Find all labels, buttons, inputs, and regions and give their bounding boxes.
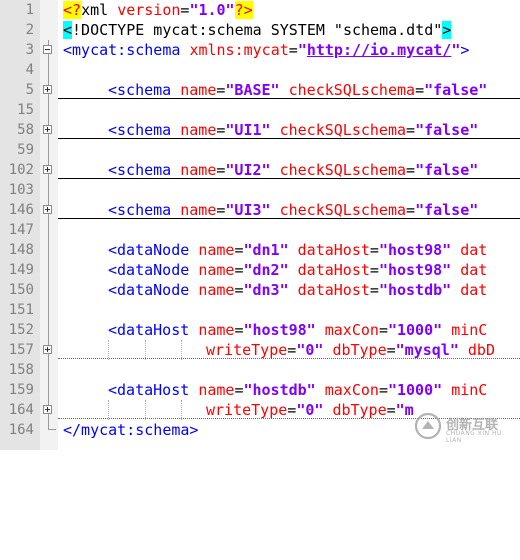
watermark: 创新互联 CHUANG XIN HU LIAN: [414, 410, 514, 444]
code-line[interactable]: 147: [0, 220, 520, 240]
line-number: 152: [8, 322, 34, 338]
code-editor[interactable]: 1 <?xml version="1.0"?> 2 <!DOCTYPE myca…: [0, 0, 520, 450]
code-line[interactable]: 103: [0, 180, 520, 200]
line-number: 5: [25, 82, 34, 98]
code-line[interactable]: 151: [0, 300, 520, 320]
line-content: <dataNode name="dn3" dataHost="hostdb" d…: [108, 281, 488, 299]
line-number: 148: [8, 242, 34, 258]
line-content: writeType="0" dbType="mysql" dbD: [206, 341, 495, 359]
line-number: 3: [25, 42, 34, 58]
fold-plus-icon[interactable]: [43, 165, 52, 174]
line-content: <mycat:schema xmlns:mycat="http://io.myc…: [63, 41, 470, 59]
line-number: 2: [25, 22, 34, 38]
line-number: 149: [8, 262, 34, 278]
brand-logo-icon: [414, 412, 442, 440]
code-line-folded[interactable]: 5 <schema name="BASE" checkSQLschema="fa…: [0, 80, 520, 100]
code-line[interactable]: 149 <dataNode name="dn2" dataHost="host9…: [0, 260, 520, 280]
code-line[interactable]: 3 <mycat:schema xmlns:mycat="http://io.m…: [0, 40, 520, 60]
watermark-subtext: CHUANG XIN HU LIAN: [446, 430, 502, 444]
line-content: <?xml version="1.0"?>: [63, 1, 253, 19]
indent-guide: [145, 400, 146, 420]
line-number: 15: [17, 102, 34, 118]
line-content: writeType="0" dbType="m: [206, 401, 414, 419]
line-content: <schema name="UI1" checkSQLschema="false…: [108, 121, 479, 139]
code-line[interactable]: 158: [0, 360, 520, 380]
fold-plus-icon[interactable]: [43, 345, 52, 354]
line-content: <!DOCTYPE mycat:schema SYSTEM "schema.dt…: [63, 21, 452, 39]
fold-plus-icon[interactable]: [43, 125, 52, 134]
line-number: 158: [8, 362, 34, 378]
code-line[interactable]: 2 <!DOCTYPE mycat:schema SYSTEM "schema.…: [0, 20, 520, 40]
line-number: 147: [8, 222, 34, 238]
code-line[interactable]: 148 <dataNode name="dn1" dataHost="host9…: [0, 240, 520, 260]
code-line-folded[interactable]: 146 <schema name="UI3" checkSQLschema="f…: [0, 200, 520, 220]
line-number: 102: [8, 162, 34, 178]
code-line[interactable]: 1 <?xml version="1.0"?>: [0, 0, 520, 20]
code-line[interactable]: 15: [0, 100, 520, 120]
code-line[interactable]: 59: [0, 140, 520, 160]
code-line[interactable]: 4: [0, 60, 520, 80]
fold-minus-icon[interactable]: [43, 45, 52, 54]
line-content: <dataHost name="host98" maxCon="1000" mi…: [108, 321, 488, 339]
code-line[interactable]: 152 <dataHost name="host98" maxCon="1000…: [0, 320, 520, 340]
indent-guide: [145, 340, 146, 360]
line-number: 151: [8, 302, 34, 318]
fold-plus-icon[interactable]: [43, 405, 52, 414]
line-content: <dataHost name="hostdb" maxCon="1000" mi…: [108, 381, 488, 399]
code-line-folded[interactable]: 58 <schema name="UI1" checkSQLschema="fa…: [0, 120, 520, 140]
line-number: 59: [17, 142, 34, 158]
line-content: <dataNode name="dn2" dataHost="host98" d…: [108, 261, 488, 279]
fold-end-marker: [48, 420, 56, 430]
line-number: 1: [25, 2, 34, 18]
line-number: 157: [8, 342, 34, 358]
line-content: <dataNode name="dn1" dataHost="host98" d…: [108, 241, 488, 259]
code-line[interactable]: 150 <dataNode name="dn3" dataHost="hostd…: [0, 280, 520, 300]
line-number: 164: [8, 422, 34, 438]
indent-guide: [181, 400, 182, 420]
line-content: </mycat:schema>: [63, 421, 199, 439]
indent-guide: [108, 340, 109, 360]
line-content: <schema name="UI2" checkSQLschema="false…: [108, 161, 479, 179]
line-number: 164: [8, 402, 34, 418]
line-number: 4: [25, 62, 34, 78]
line-content: <schema name="BASE" checkSQLschema="fals…: [108, 81, 488, 99]
fold-plus-icon[interactable]: [43, 205, 52, 214]
code-line-folded[interactable]: 157 writeType="0" dbType="mysql" dbD: [0, 340, 520, 360]
code-line-folded[interactable]: 102 <schema name="UI2" checkSQLschema="f…: [0, 160, 520, 180]
line-content: <schema name="UI3" checkSQLschema="false…: [108, 201, 479, 219]
line-number: 103: [8, 182, 34, 198]
indent-guide: [108, 400, 109, 420]
line-number: 159: [8, 382, 34, 398]
indent-guide: [181, 340, 182, 360]
fold-plus-icon[interactable]: [43, 85, 52, 94]
code-line[interactable]: 159 <dataHost name="hostdb" maxCon="1000…: [0, 380, 520, 400]
line-number: 146: [8, 202, 34, 218]
line-number: 150: [8, 282, 34, 298]
line-number: 58: [17, 122, 34, 138]
